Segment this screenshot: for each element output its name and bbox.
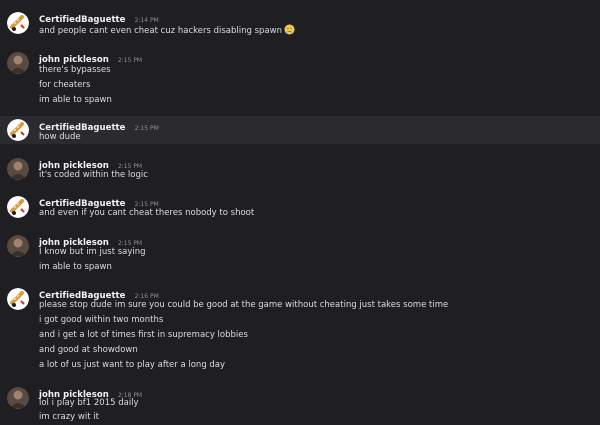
message-line: I know but im just saying (39, 247, 146, 257)
avatar-baguette[interactable] (7, 196, 29, 218)
message-line: it's coded within the logic (39, 170, 148, 180)
message-group: john pickleson 2:15 PM there's bypasses … (0, 50, 600, 108)
avatar-pickleson[interactable] (7, 387, 29, 409)
message-group: CertifiedBaguette 2:15 PM how dude (0, 116, 600, 144)
message-line: im able to spawn (39, 95, 112, 105)
message-header: john pickleson 2:15 PM (39, 233, 142, 248)
message-line: and i get a lot of times first in suprem… (39, 330, 248, 340)
avatar-pickleson[interactable] (7, 52, 29, 74)
message-line: for cheaters (39, 80, 91, 90)
avatar-baguette[interactable] (7, 12, 29, 34)
message-line: i got good within two months (39, 315, 164, 325)
avatar-pickleson[interactable] (7, 235, 29, 257)
message-line: im able to spawn (39, 262, 112, 272)
timestamp: 2:15 PM (117, 57, 143, 64)
crying-face-emoji (284, 24, 295, 35)
message-header: CertifiedBaguette 2:16 PM (39, 286, 159, 301)
avatar-baguette[interactable] (7, 119, 29, 141)
message-header: CertifiedBaguette 2:15 PM (39, 194, 159, 209)
avatar-pickleson[interactable] (7, 158, 29, 180)
message-header: john pickleson 2:15 PM (39, 156, 142, 171)
message-group: john pickleson 2:15 PM I know but im jus… (0, 233, 600, 275)
message-header: john pickleson 2:15 PM (39, 50, 143, 65)
message-line: and good at showdown (39, 345, 138, 355)
message-line: lol i play bf1 2015 daily (39, 398, 139, 408)
message-header: CertifiedBaguette 2:14 PM (39, 10, 159, 25)
message-line: a lot of us just want to play after a lo… (39, 360, 226, 370)
timestamp: 2:15 PM (134, 125, 159, 132)
message-group: john pickleson 2:18 PM lol i play bf1 20… (0, 385, 600, 425)
message-group: CertifiedBaguette 2:16 PM please stop du… (0, 286, 600, 374)
message-line: there's bypasses (39, 65, 111, 75)
message-line: and people cant even cheat cuz hackers d… (39, 26, 282, 36)
message-text: and people cant even cheat cuz hackers d… (39, 24, 295, 37)
timestamp: 2:14 PM (134, 17, 159, 24)
chat-messages: CertifiedBaguette 2:14 PM and people can… (0, 0, 600, 425)
message-header: CertifiedBaguette 2:15 PM (39, 118, 159, 133)
message-line: please stop dude im sure you could be go… (39, 300, 449, 310)
message-line: and even if you cant cheat theres nobody… (39, 208, 255, 218)
message-group: CertifiedBaguette 2:15 PM and even if yo… (0, 194, 600, 222)
message-group: john pickleson 2:15 PM it's coded within… (0, 156, 600, 184)
message-line: im crazy wit it (39, 412, 99, 422)
message-line: how dude (39, 132, 81, 142)
avatar-baguette[interactable] (7, 288, 29, 310)
message-group: CertifiedBaguette 2:14 PM and people can… (0, 10, 600, 40)
